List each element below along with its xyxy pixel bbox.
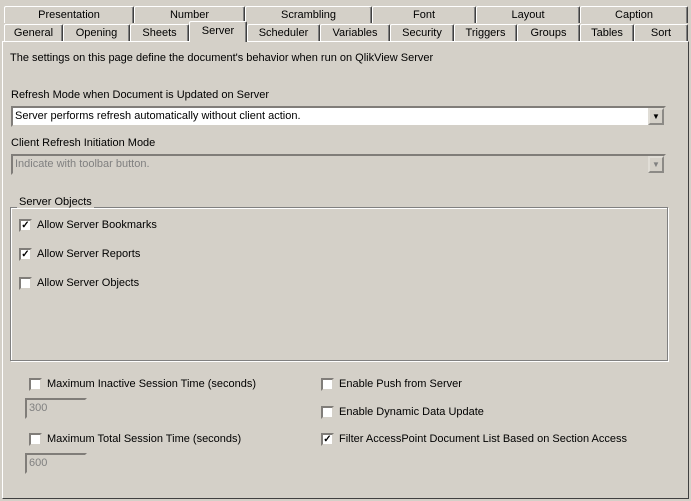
client-refresh-value: Indicate with toolbar button.: [15, 158, 150, 170]
tab-sort[interactable]: Sort: [634, 24, 688, 41]
enable-push-label: Enable Push from Server: [339, 378, 462, 390]
allow-server-reports-label: Allow Server Reports: [37, 248, 141, 260]
max-inactive-input: 300: [25, 398, 87, 419]
tab-scrambling[interactable]: Scrambling: [245, 6, 372, 23]
max-total-checkbox[interactable]: [29, 433, 42, 446]
max-inactive-checkbox[interactable]: [29, 378, 42, 391]
refresh-mode-label: Refresh Mode when Document is Updated on…: [11, 89, 270, 101]
filter-accesspoint-checkbox[interactable]: ✓: [321, 433, 334, 446]
filter-accesspoint-label: Filter AccessPoint Document List Based o…: [339, 433, 627, 445]
enable-dynamic-update-label: Enable Dynamic Data Update: [339, 406, 484, 418]
client-refresh-dropdown: Indicate with toolbar button. ▼: [11, 154, 666, 175]
refresh-mode-value: Server performs refresh automatically wi…: [15, 110, 301, 122]
tab-layout[interactable]: Layout: [476, 6, 580, 23]
refresh-mode-dropdown[interactable]: Server performs refresh automatically wi…: [11, 106, 666, 127]
client-refresh-label: Client Refresh Initiation Mode: [11, 137, 156, 149]
tab-triggers[interactable]: Triggers: [454, 24, 517, 41]
chevron-down-icon: ▼: [648, 156, 664, 173]
enable-dynamic-update-checkbox[interactable]: [321, 406, 334, 419]
tab-variables[interactable]: Variables: [320, 24, 390, 41]
tab-server[interactable]: Server: [189, 21, 247, 42]
chevron-down-icon[interactable]: ▼: [648, 108, 664, 125]
max-total-label: Maximum Total Session Time (seconds): [47, 433, 242, 445]
tab-sheets[interactable]: Sheets: [130, 24, 189, 41]
page-description: The settings on this page define the doc…: [10, 52, 434, 64]
server-objects-title: Server Objects: [17, 196, 94, 208]
tab-opening[interactable]: Opening: [63, 24, 130, 41]
tab-security[interactable]: Security: [390, 24, 454, 41]
tab-tables[interactable]: Tables: [580, 24, 634, 41]
tab-scheduler[interactable]: Scheduler: [247, 24, 320, 41]
allow-server-bookmarks-label: Allow Server Bookmarks: [37, 219, 157, 231]
allow-server-reports-checkbox[interactable]: ✓: [19, 248, 32, 261]
tab-font[interactable]: Font: [372, 6, 476, 23]
tab-caption[interactable]: Caption: [580, 6, 688, 23]
max-total-input: 600: [25, 453, 87, 474]
max-inactive-label: Maximum Inactive Session Time (seconds): [47, 378, 257, 390]
allow-server-objects-checkbox[interactable]: [19, 277, 32, 290]
allow-server-objects-label: Allow Server Objects: [37, 277, 140, 289]
tab-presentation[interactable]: Presentation: [4, 6, 134, 23]
enable-push-checkbox[interactable]: [321, 378, 334, 391]
allow-server-bookmarks-checkbox[interactable]: ✓: [19, 219, 32, 232]
tab-general[interactable]: General: [4, 24, 63, 41]
tab-groups[interactable]: Groups: [517, 24, 580, 41]
